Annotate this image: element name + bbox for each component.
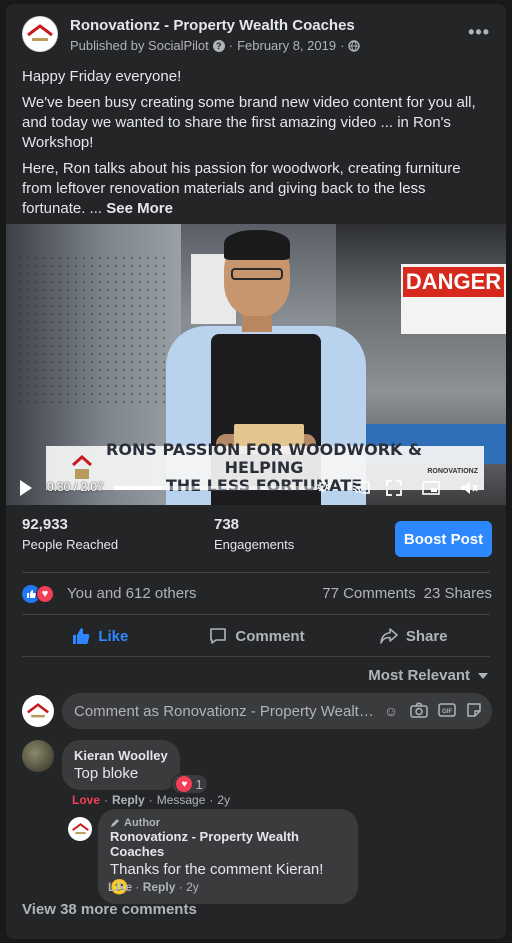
play-icon[interactable] <box>20 480 32 496</box>
reactions-text[interactable]: You and 612 others <box>67 585 197 602</box>
like-action[interactable]: Like <box>108 880 132 894</box>
post-paragraph: We've been busy creating some brand new … <box>22 94 476 151</box>
svg-text:GIF: GIF <box>442 709 452 715</box>
people-reached-label: People Reached <box>22 537 119 552</box>
comment-input-placeholder: Comment as Ronovationz - Property Wealth… <box>74 702 374 720</box>
published-by: Published by SocialPilot <box>70 38 209 53</box>
picture-in-picture-icon[interactable] <box>422 481 440 495</box>
author-badge-label: Author <box>124 817 161 829</box>
divider <box>22 656 490 657</box>
heart-icon: ♥ <box>176 776 193 792</box>
comment-actions: Love · Reply · Message · 2y <box>72 793 231 807</box>
comments-count[interactable]: 77 Comments <box>322 585 415 602</box>
video-player[interactable]: DANGER RONS PASSION FOR WOODWORK & HELPI… <box>6 224 506 505</box>
post-text: Happy Friday everyone! We've been busy c… <box>22 67 492 225</box>
composer-tools: ☺ GIF <box>382 702 482 720</box>
author-badge: Author <box>110 817 346 829</box>
meta-separator: · <box>340 38 345 53</box>
divider <box>22 614 490 615</box>
love-action[interactable]: Love <box>72 793 100 807</box>
people-reached-value: 92,933 <box>22 516 68 533</box>
camera-icon[interactable] <box>410 702 428 718</box>
reply-action[interactable]: Reply <box>112 793 145 807</box>
comment-icon <box>210 628 227 644</box>
video-controls: 0:30 / 2:07 ⚙ <box>6 472 506 505</box>
reply-item: Author Ronovationz - Property Wealth Coa… <box>68 809 488 904</box>
reply-time[interactable]: 2y <box>186 880 199 894</box>
comment-composer: Comment as Ronovationz - Property Wealth… <box>22 693 492 729</box>
volume-icon[interactable] <box>460 481 478 495</box>
post-paragraph: Here, Ron talks about his passion for wo… <box>22 159 492 219</box>
video-progress-fill <box>114 486 162 490</box>
comment-sort-dropdown[interactable]: Most Relevant <box>368 667 488 684</box>
page-name[interactable]: Ronovationz - Property Wealth Coaches <box>70 17 355 34</box>
post-insights: 92,933 People Reached 738 Engagements Bo… <box>22 516 492 560</box>
reaction-icons[interactable]: ♥ <box>22 584 62 604</box>
view-more-comments-link[interactable]: View 38 more comments <box>22 901 197 918</box>
video-time: 0:30 / 2:07 <box>47 480 104 494</box>
question-icon[interactable]: ? <box>212 39 225 52</box>
share-button[interactable]: Share <box>335 618 492 654</box>
pencil-icon <box>111 819 119 827</box>
sort-label: Most Relevant <box>368 667 470 684</box>
share-label: Share <box>405 627 448 645</box>
ronovationz-logo-icon <box>27 702 49 717</box>
like-label: Like <box>98 627 129 645</box>
share-icon <box>380 628 398 644</box>
reply-action[interactable]: Reply <box>143 880 176 894</box>
comment-item: Kieran Woolley Top bloke ♥ 1 Love · Repl… <box>22 740 492 810</box>
engagements-value: 738 <box>214 516 240 533</box>
comment-bubble: Kieran Woolley Top bloke ♥ 1 <box>62 740 208 794</box>
gif-icon[interactable]: GIF <box>438 702 456 718</box>
reaction-counts: 77 Comments 23 Shares <box>322 585 492 602</box>
divider <box>22 572 490 573</box>
sticker-icon[interactable] <box>466 702 482 718</box>
emoji-icon[interactable]: ☺ <box>382 702 400 720</box>
ronovationz-logo-icon <box>27 24 53 41</box>
page-avatar[interactable] <box>22 16 58 52</box>
comment-time[interactable]: 2y <box>217 793 230 807</box>
thumbs-up-icon <box>73 628 90 644</box>
engagements-label: Engagements <box>214 537 295 552</box>
meta-separator: · <box>228 38 234 53</box>
more-options-button[interactable]: ••• <box>468 22 490 43</box>
cast-icon[interactable] <box>352 480 370 494</box>
comment-button[interactable]: Comment <box>179 618 336 654</box>
caret-down-icon <box>478 672 488 679</box>
video-progress-bar[interactable] <box>114 486 314 490</box>
ronovationz-logo-icon <box>71 822 89 834</box>
comment-text: Top bloke <box>74 765 139 782</box>
danger-sign: DANGER <box>401 264 506 334</box>
reactions-summary: ♥ You and 612 others 77 Comments 23 Shar… <box>22 584 492 604</box>
boost-post-button[interactable]: Boost Post <box>395 521 492 557</box>
like-button[interactable]: Like <box>22 618 179 654</box>
engagements-stat[interactable]: 738 Engagements <box>214 516 294 552</box>
reply-author[interactable]: Ronovationz - Property Wealth Coaches <box>110 829 346 859</box>
shares-count[interactable]: 23 Shares <box>424 585 492 602</box>
see-more-link[interactable]: See More <box>106 200 173 217</box>
comment-reaction[interactable]: ♥ 1 <box>171 774 208 794</box>
post-meta: Published by SocialPilot ? · February 8,… <box>70 38 361 53</box>
post-date[interactable]: February 8, 2019 <box>237 38 336 53</box>
reply-avatar[interactable] <box>68 817 92 841</box>
post-paragraph-text: Here, Ron talks about his passion for wo… <box>22 160 461 217</box>
settings-icon[interactable]: ⚙ <box>316 478 329 496</box>
post-card: Ronovationz - Property Wealth Coaches Pu… <box>6 4 506 939</box>
globe-icon <box>348 39 361 52</box>
reply-actions: Like · Reply · 2y <box>108 880 199 894</box>
commenter-avatar[interactable] <box>22 740 54 772</box>
post-actions: Like Comment Share <box>22 618 492 654</box>
danger-sign-text: DANGER <box>403 267 504 297</box>
fullscreen-icon[interactable] <box>386 480 402 496</box>
comment-author[interactable]: Kieran Woolley <box>74 748 168 763</box>
post-header: Ronovationz - Property Wealth Coaches Pu… <box>22 16 490 60</box>
composer-avatar[interactable] <box>22 695 54 727</box>
comment-input[interactable]: Comment as Ronovationz - Property Wealth… <box>62 693 492 729</box>
message-action[interactable]: Message <box>157 793 206 807</box>
post-paragraph: Happy Friday everyone! <box>22 68 182 85</box>
people-reached-stat[interactable]: 92,933 People Reached <box>22 516 118 552</box>
love-reaction-icon: ♥ <box>36 585 54 603</box>
comment-reaction-count: 1 <box>195 776 203 792</box>
comment-label: Comment <box>235 627 305 645</box>
